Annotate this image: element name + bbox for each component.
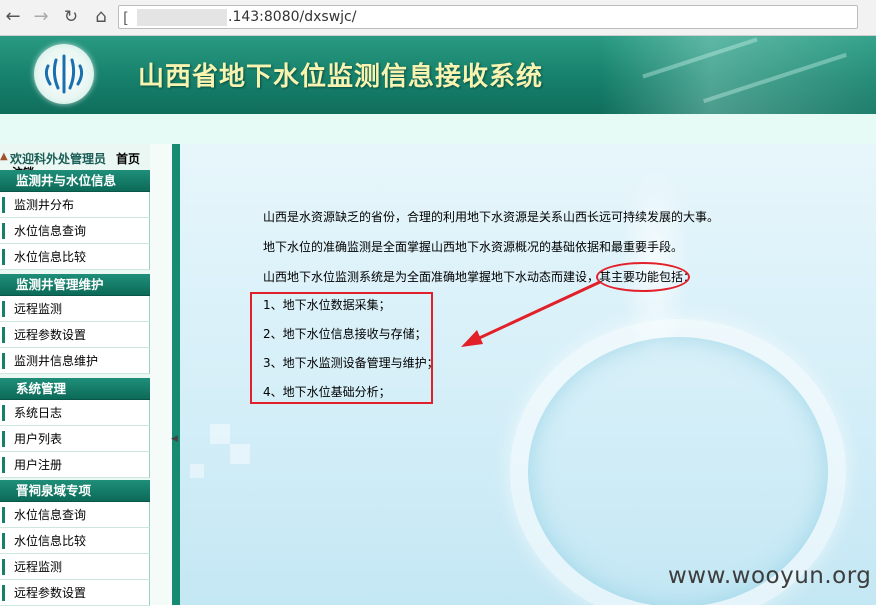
menu-marker <box>2 457 5 473</box>
watermark: www.wooyun.org <box>668 563 872 589</box>
sidebar-item-label: 远程监测 <box>14 560 63 574</box>
sidebar-item-jinci-water-level-compare[interactable]: 水位信息比较 <box>0 528 150 554</box>
user-icon: ▲ <box>0 151 8 162</box>
sidebar-item-water-level-query[interactable]: 水位信息查询 <box>0 218 150 244</box>
menu-marker <box>2 301 5 317</box>
sidebar-item-system-log[interactable]: 系统日志 <box>0 400 150 426</box>
system-logo-icon <box>34 44 94 104</box>
home-icon[interactable]: ⌂ <box>90 6 112 28</box>
sidebar-item-jinci-water-level-query[interactable]: 水位信息查询 <box>0 502 150 528</box>
intro-text-line: 山西是水资源缺乏的省份，合理的利用地下水资源是关系山西长远可持续发展的大事。 <box>263 210 720 224</box>
header-bottom-strip <box>0 114 876 144</box>
reload-icon[interactable]: ↻ <box>60 6 82 28</box>
browser-toolbar: ← → ↻ ⌂ [ .143:8080/dxswjc/ <box>0 0 876 36</box>
sidebar-section-monitoring-wells[interactable]: 监测井与水位信息 <box>0 170 150 192</box>
sidebar-item-label: 远程参数设置 <box>14 586 87 600</box>
address-prefix: [ <box>123 9 129 27</box>
sidebar-section-well-maintenance[interactable]: 监测井管理维护 <box>0 274 150 296</box>
splitter-gap <box>150 144 172 605</box>
address-redacted-region <box>137 9 227 26</box>
sidebar-item-jinci-remote-monitoring[interactable]: 远程监测 <box>0 554 150 580</box>
sidebar-item-label: 用户列表 <box>14 432 63 446</box>
intro-text-line: 地下水位的准确监测是全面掌握山西地下水资源概况的基础依据和最重要手段。 <box>263 240 684 254</box>
sidebar-item-label: 水位信息比较 <box>14 534 87 548</box>
sidebar-item-user-list[interactable]: 用户列表 <box>0 426 150 452</box>
sidebar-item-label: 监测井信息维护 <box>14 354 99 368</box>
header-banner: 山西省地下水位监测信息接收系统 <box>0 36 876 114</box>
menu-marker <box>2 223 5 239</box>
menu-marker <box>2 405 5 421</box>
menu-marker <box>2 249 5 265</box>
sidebar-item-label: 远程参数设置 <box>14 328 87 342</box>
sidebar-item-remote-settings[interactable]: 远程参数设置 <box>0 322 150 348</box>
sidebar-item-well-info-maintenance[interactable]: 监测井信息维护 <box>0 348 150 374</box>
sidebar-splitter[interactable] <box>172 144 180 605</box>
light-decoration <box>230 444 250 464</box>
menu-marker <box>2 585 5 601</box>
light-decoration <box>210 424 230 444</box>
address-url-text: .143:8080/dxswjc/ <box>228 9 357 25</box>
annotation-ellipse <box>596 262 690 292</box>
collapse-arrow-icon[interactable]: ◀ <box>171 434 178 444</box>
back-arrow-icon[interactable]: ← <box>2 6 24 28</box>
annotation-arrow-icon <box>461 280 601 347</box>
menu-marker <box>2 431 5 447</box>
sidebar-item-label: 水位信息查询 <box>14 508 87 522</box>
sidebar-item-label: 远程监测 <box>14 302 63 316</box>
address-bar[interactable]: [ .143:8080/dxswjc/ <box>118 5 858 29</box>
sidebar-item-label: 系统日志 <box>14 406 63 420</box>
menu-marker <box>2 197 5 213</box>
menu-marker <box>2 559 5 575</box>
forward-arrow-icon[interactable]: → <box>30 6 52 28</box>
sidebar-item-well-distribution[interactable]: 监测井分布 <box>0 192 150 218</box>
sidebar: ▲ 欢迎科外处管理员 首页 注销 监测井与水位信息 监测井分布 水位信息查询 水… <box>0 144 150 606</box>
annotation-box <box>250 292 433 404</box>
menu-marker <box>2 533 5 549</box>
sidebar-item-remote-monitoring[interactable]: 远程监测 <box>0 296 150 322</box>
sidebar-item-label: 监测井分布 <box>14 198 75 212</box>
menu-marker <box>2 353 5 369</box>
page-title: 山西省地下水位监测信息接收系统 <box>138 62 544 92</box>
sidebar-item-label: 用户注册 <box>14 458 63 472</box>
menu-marker <box>2 327 5 343</box>
home-link[interactable]: 首页 <box>116 150 140 167</box>
sidebar-section-jinci-spring[interactable]: 晋祠泉域专项 <box>0 480 150 502</box>
menu-marker <box>2 507 5 523</box>
sidebar-item-user-register[interactable]: 用户注册 <box>0 452 150 478</box>
sidebar-item-label: 水位信息比较 <box>14 250 87 264</box>
sidebar-item-water-level-compare[interactable]: 水位信息比较 <box>0 244 150 270</box>
sidebar-item-jinci-remote-settings[interactable]: 远程参数设置 <box>0 580 150 606</box>
sidebar-item-label: 水位信息查询 <box>14 224 87 238</box>
sidebar-section-system-management[interactable]: 系统管理 <box>0 378 150 400</box>
light-decoration <box>190 464 204 478</box>
